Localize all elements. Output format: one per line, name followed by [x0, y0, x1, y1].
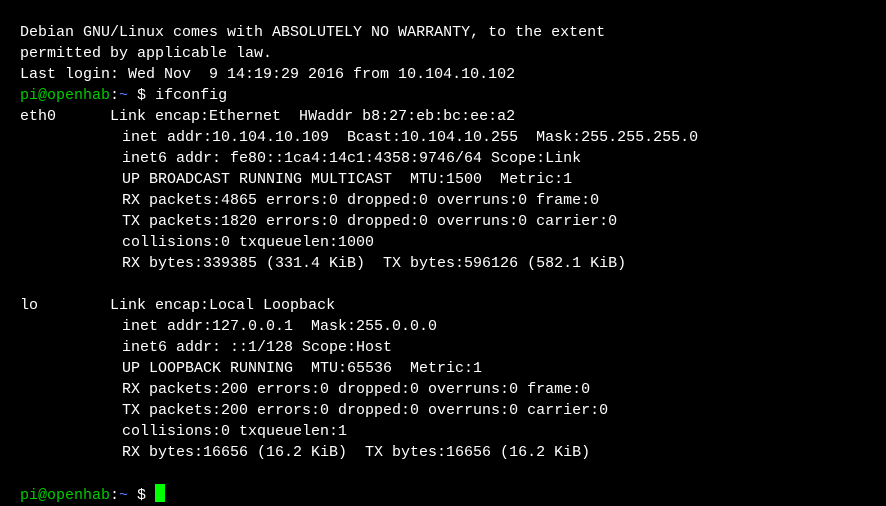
ifconfig-detail: Link encap:Ethernet HWaddr b8:27:eb:bc:e… — [110, 108, 515, 125]
prompt-symbol: $ — [137, 87, 155, 104]
ifconfig-detail: inet addr:127.0.0.1 Mask:255.0.0.0 — [20, 316, 866, 337]
cursor-icon — [155, 484, 165, 502]
prompt-line: pi@openhab:~ $ ifconfig — [20, 85, 866, 106]
ifconfig-detail: RX bytes:339385 (331.4 KiB) TX bytes:596… — [20, 253, 866, 274]
ifconfig-detail: inet6 addr: fe80::1ca4:14c1:4358:9746/64… — [20, 148, 866, 169]
ifconfig-detail: inet6 addr: ::1/128 Scope:Host — [20, 337, 866, 358]
prompt-path: ~ — [119, 87, 137, 104]
terminal-output[interactable]: Debian GNU/Linux comes with ABSOLUTELY N… — [20, 22, 866, 506]
ifconfig-detail: TX packets:1820 errors:0 dropped:0 overr… — [20, 211, 866, 232]
ifconfig-eth0-header: eth0 Link encap:Ethernet HWaddr b8:27:eb… — [20, 106, 866, 127]
ifconfig-detail: Link encap:Local Loopback — [110, 297, 335, 314]
ifconfig-detail: RX bytes:16656 (16.2 KiB) TX bytes:16656… — [20, 442, 866, 463]
padding — [56, 108, 110, 125]
prompt-userhost: pi@openhab — [20, 487, 110, 504]
ifconfig-detail: collisions:0 txqueuelen:1 — [20, 421, 866, 442]
command-text: ifconfig — [155, 87, 227, 104]
interface-name: lo — [20, 297, 38, 314]
ifconfig-detail: TX packets:200 errors:0 dropped:0 overru… — [20, 400, 866, 421]
prompt-colon: : — [110, 487, 119, 504]
padding — [38, 297, 110, 314]
ifconfig-detail: UP LOOPBACK RUNNING MTU:65536 Metric:1 — [20, 358, 866, 379]
ifconfig-detail: UP BROADCAST RUNNING MULTICAST MTU:1500 … — [20, 169, 866, 190]
ifconfig-detail: collisions:0 txqueuelen:1000 — [20, 232, 866, 253]
blank-line — [20, 274, 866, 295]
prompt-colon: : — [110, 87, 119, 104]
blank-line — [20, 463, 866, 484]
motd-line: permitted by applicable law. — [20, 43, 866, 64]
prompt-symbol: $ — [137, 487, 155, 504]
interface-name: eth0 — [20, 108, 56, 125]
prompt-line-active[interactable]: pi@openhab:~ $ — [20, 484, 866, 506]
ifconfig-detail: inet addr:10.104.10.109 Bcast:10.104.10.… — [20, 127, 866, 148]
ifconfig-lo-header: lo Link encap:Local Loopback — [20, 295, 866, 316]
ifconfig-detail: RX packets:200 errors:0 dropped:0 overru… — [20, 379, 866, 400]
ifconfig-detail: RX packets:4865 errors:0 dropped:0 overr… — [20, 190, 866, 211]
prompt-path: ~ — [119, 487, 137, 504]
prompt-userhost: pi@openhab — [20, 87, 110, 104]
motd-line: Debian GNU/Linux comes with ABSOLUTELY N… — [20, 22, 866, 43]
last-login-line: Last login: Wed Nov 9 14:19:29 2016 from… — [20, 64, 866, 85]
